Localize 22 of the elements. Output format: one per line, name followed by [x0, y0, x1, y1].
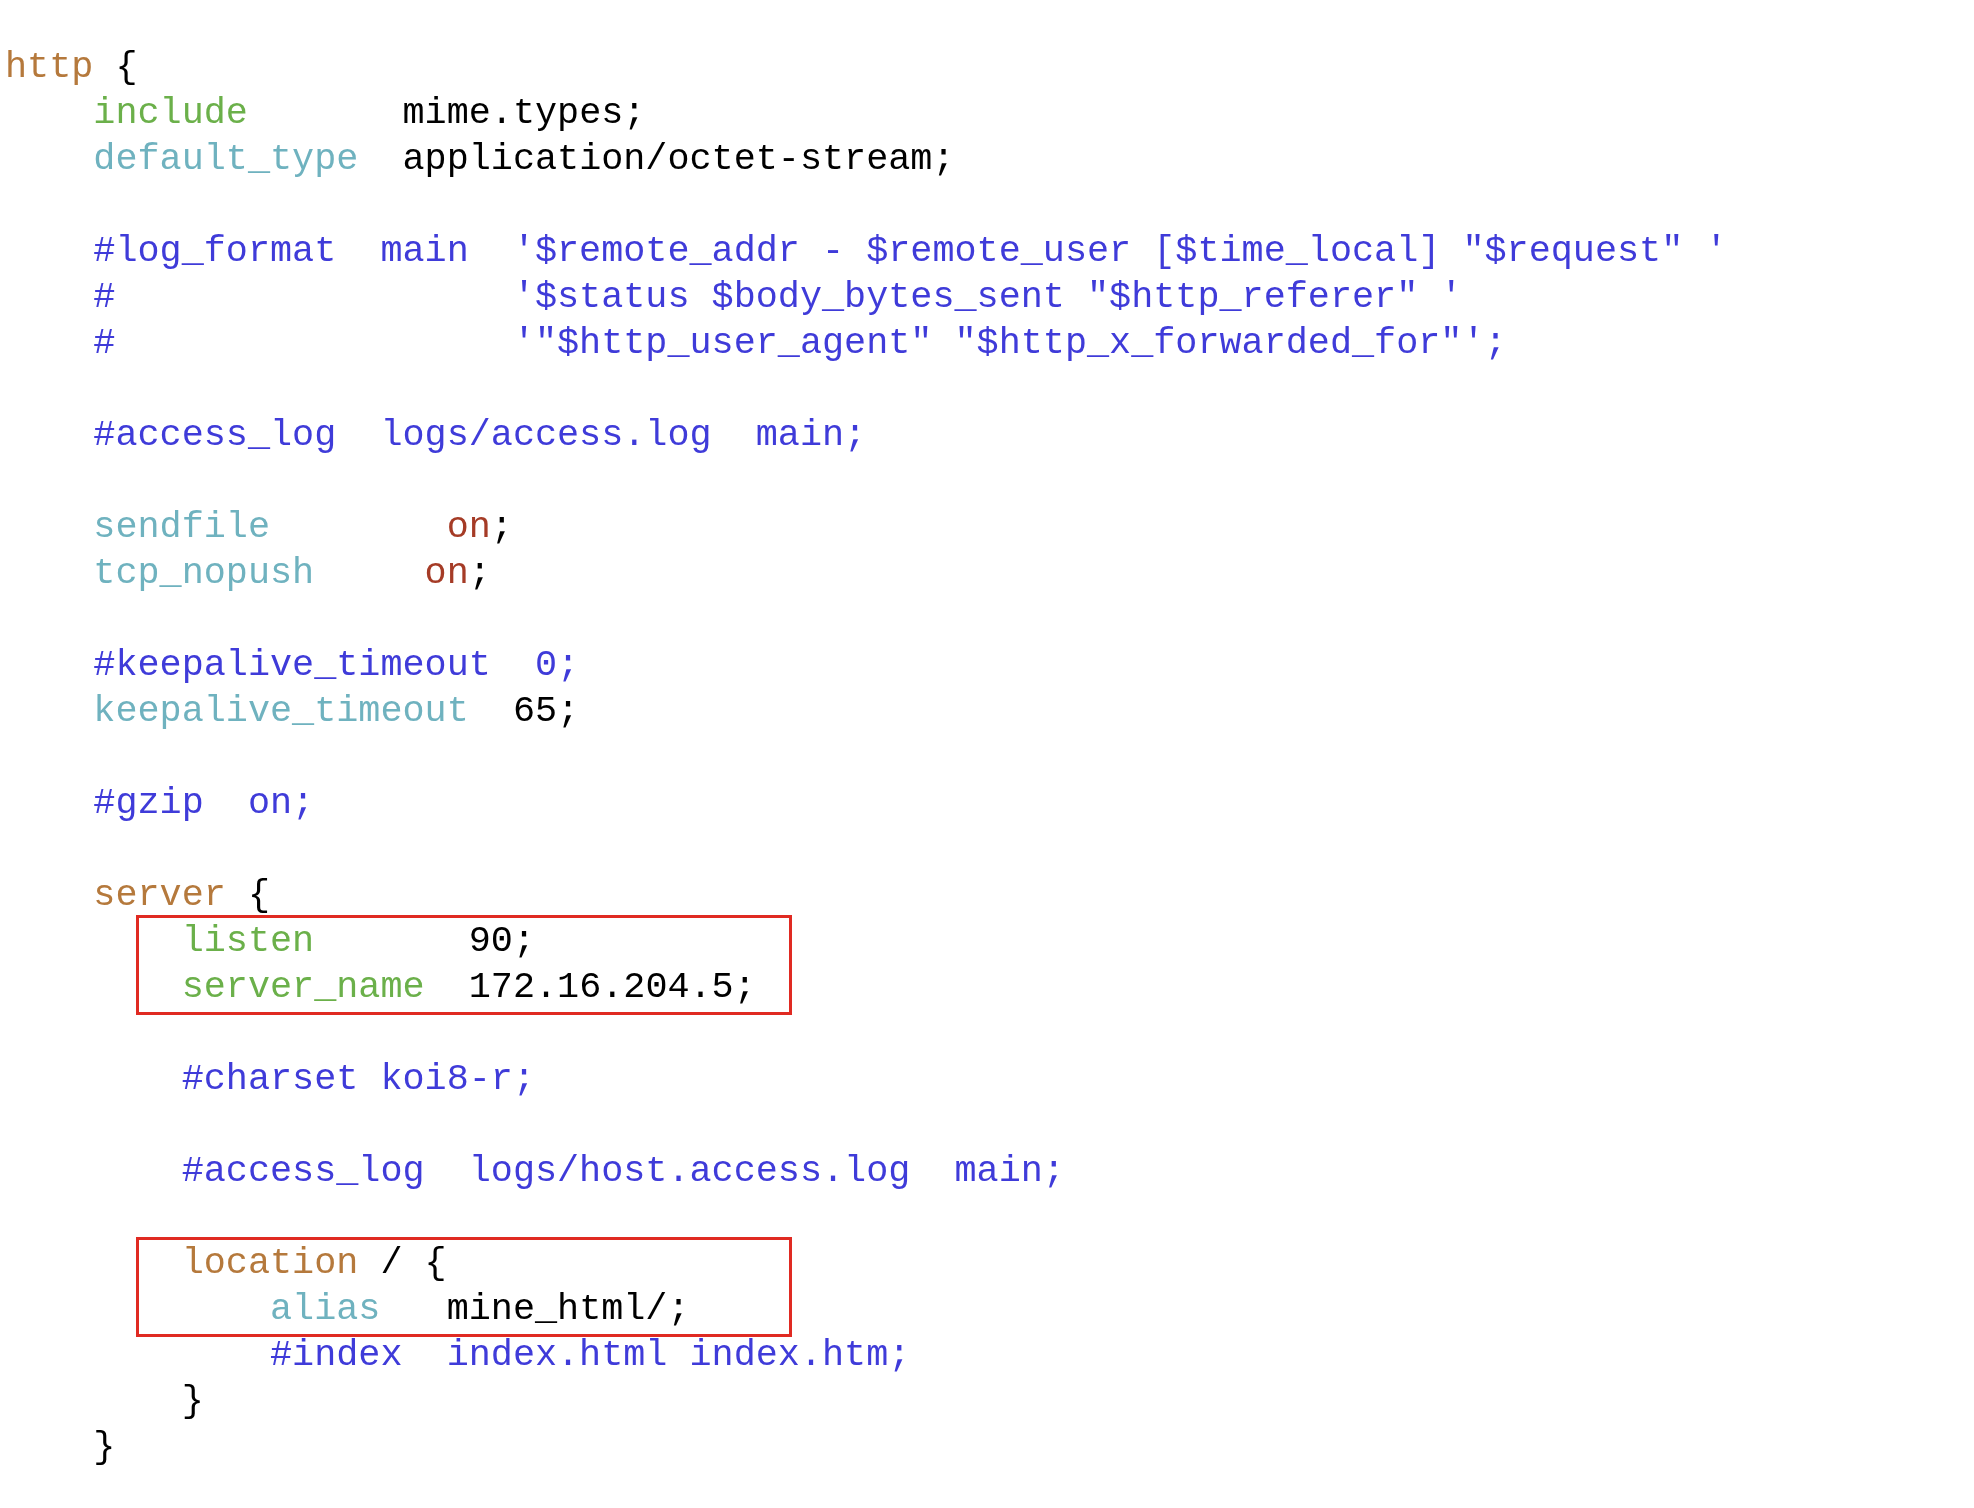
code-line: location / {: [180, 1242, 447, 1284]
code-line: }: [180, 1380, 204, 1422]
code-line: #keepalive_timeout 0;: [92, 644, 580, 686]
code-line: server {: [92, 874, 270, 916]
code-line: #index index.html index.htm;: [268, 1334, 911, 1376]
code-line: # '$status $body_bytes_sent "$http_referer" ': [92, 276, 1463, 318]
code-line: sendfile on;: [92, 506, 513, 548]
code-line: keepalive_timeout 65;: [92, 690, 580, 732]
code-line: #charset koi8-r;: [180, 1058, 535, 1100]
code-line: #log_format main '$remote_addr - $remote_user [$time_local] "$request" ': [92, 230, 1728, 272]
code-line: tcp_nopush on;: [92, 552, 491, 594]
code-line: alias mine_html/;: [268, 1288, 690, 1330]
code-line: server_name 172.16.204.5;: [180, 966, 756, 1008]
code-line: listen 90;: [180, 920, 535, 962]
code-line: http {: [5, 46, 138, 88]
code-line: }: [92, 1426, 116, 1468]
code-line: include mime.types;: [92, 92, 646, 134]
code-line: # '"$http_user_agent" "$http_x_forwarded_for"';: [92, 322, 1507, 364]
code-line: #gzip on;: [92, 782, 315, 824]
code-line: #access_log logs/host.access.log main;: [180, 1150, 1065, 1192]
code-line: default_type application/octet-stream;: [92, 138, 955, 180]
code-line: #access_log logs/access.log main;: [92, 414, 867, 456]
